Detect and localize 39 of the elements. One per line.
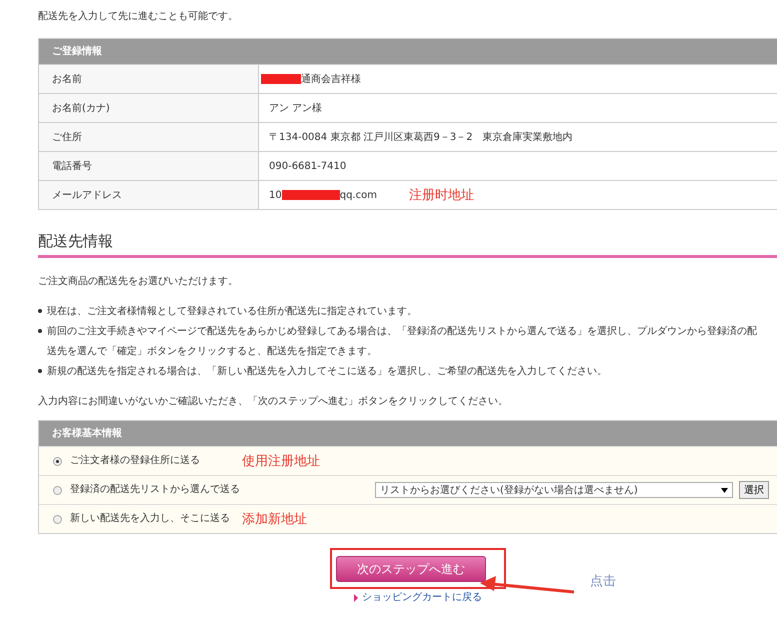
field-value: 〒134-0084 東京都 江戸川区東葛西9－3－2 東京倉庫実業敷地内 bbox=[269, 130, 573, 144]
field-label: ご住所 bbox=[39, 123, 259, 151]
annotation-text: 点击 bbox=[590, 573, 616, 590]
radio-button[interactable] bbox=[53, 456, 62, 466]
table-title: ご登録情報 bbox=[52, 46, 102, 57]
dropdown-arrow-icon bbox=[721, 488, 728, 492]
field-label: 電話番号 bbox=[39, 152, 259, 180]
option-label[interactable]: 登録済の配送先リストから選んで送る bbox=[70, 483, 240, 497]
instruction-text: 入力内容にお間違いがないかご確認いただき、「次のステップへ進む」ボタンをクリックしてください。 bbox=[38, 394, 509, 408]
field-value: 通商会吉祥様 bbox=[301, 72, 361, 86]
select-button[interactable]: 選択 bbox=[739, 481, 769, 499]
option-label[interactable]: 新しい配送先を入力し、そこに送る bbox=[70, 512, 230, 526]
annotation-text: 注册时地址 bbox=[408, 187, 474, 204]
radio-button[interactable] bbox=[53, 486, 62, 494]
back-to-cart-link[interactable]: ショッピングカートに戻る bbox=[354, 592, 482, 604]
option-label[interactable]: ご注文者様の登録住所に送る bbox=[70, 454, 230, 468]
bullet-icon bbox=[38, 309, 42, 313]
field-value: qq.com bbox=[340, 190, 377, 200]
bullet-text: 前回のご注文手続きやマイページで配送先をあらかじめ登録してある場合は、「登録済の配送先リストから選んで送る」を選択し、プルダウンから登録済の配 bbox=[47, 324, 757, 339]
field-value: 090-6681-7410 bbox=[269, 160, 346, 172]
field-label: メールアドレス bbox=[39, 181, 259, 209]
annotation-text: 添加新地址 bbox=[242, 511, 307, 528]
annotation-text: 使用注册地址 bbox=[242, 453, 320, 470]
radio-button[interactable] bbox=[53, 514, 62, 524]
bullet-icon bbox=[38, 369, 42, 373]
bullet-text: 現在は、ご注文者様情報として登録されている住所が配送先に指定されています。 bbox=[47, 304, 417, 319]
bullet-text: 送先を選んで「確定」ボタンをクリックすると、配送先を指定できます。 bbox=[47, 344, 378, 359]
address-dropdown[interactable]: リストからお選びください(登録がない場合は選べません) bbox=[375, 482, 733, 498]
field-label: お名前 bbox=[39, 65, 259, 93]
table-title: お客様基本情報 bbox=[52, 428, 122, 439]
section-heading: 配送先情報 bbox=[38, 232, 777, 258]
bullet-text: 新規の配送先を指定される場合は、「新しい配送先を入力してそこに送る」を選択し、ご希望の配送先を入力してください。 bbox=[47, 364, 607, 379]
bullet-icon bbox=[38, 329, 42, 333]
intro-text: 配送先を入力して先に進むことも可能です。 bbox=[38, 10, 239, 24]
field-label: お名前(カナ) bbox=[39, 94, 259, 122]
lead-text: ご注文商品の配送先をお選びいただけます。 bbox=[38, 274, 239, 288]
field-value: 10 bbox=[269, 190, 282, 200]
field-value: アン アン様 bbox=[269, 102, 322, 115]
next-step-button[interactable]: 次のステップへ進む bbox=[336, 556, 486, 582]
